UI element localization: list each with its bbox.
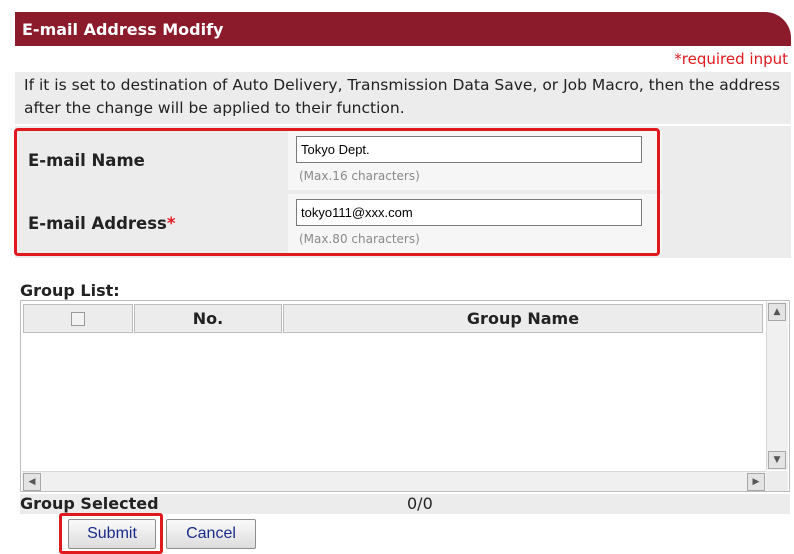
vertical-scrollbar[interactable]: ▲ ▼ <box>766 302 788 470</box>
email-name-cell: (Max.16 characters) <box>288 131 662 190</box>
cancel-button[interactable]: Cancel <box>166 519 256 549</box>
select-all-header <box>23 304 133 333</box>
scroll-down-icon[interactable]: ▼ <box>768 451 786 469</box>
email-address-label: E-mail Address* <box>28 214 176 233</box>
group-list-title: Group List: <box>20 281 120 300</box>
submit-button[interactable]: Submit <box>68 519 156 549</box>
group-selected-count: 0/0 <box>407 494 433 513</box>
email-name-input[interactable] <box>296 136 642 163</box>
scroll-left-icon[interactable]: ◀ <box>23 473 41 491</box>
email-address-input[interactable] <box>296 199 642 226</box>
scrollbar-corner <box>766 471 788 491</box>
info-message: If it is set to destination of Auto Deli… <box>15 72 791 124</box>
column-header-no[interactable]: No. <box>134 304 282 333</box>
email-address-row: E-mail Address* (Max.80 characters) <box>15 194 663 253</box>
select-all-checkbox[interactable] <box>71 311 85 326</box>
group-selected-label: Group Selected <box>20 494 159 513</box>
email-form: E-mail Name (Max.16 characters) E-mail A… <box>15 126 791 258</box>
required-star: * <box>166 214 176 233</box>
group-list-table: No. Group Name ▲ ▼ ◀ ▶ <box>20 300 790 492</box>
column-header-group-name[interactable]: Group Name <box>283 304 763 333</box>
page-header: E-mail Address Modify <box>15 12 791 46</box>
scroll-right-icon[interactable]: ▶ <box>747 473 765 491</box>
email-name-label: E-mail Name <box>28 151 145 170</box>
scroll-up-icon[interactable]: ▲ <box>768 303 786 321</box>
horizontal-scrollbar[interactable]: ◀ ▶ <box>22 471 766 491</box>
group-selected-row: Group Selected 0/0 <box>20 494 790 514</box>
page-title: E-mail Address Modify <box>22 19 224 39</box>
email-name-hint: (Max.16 characters) <box>299 169 420 183</box>
required-input-note: *required input <box>674 50 788 68</box>
email-name-row: E-mail Name (Max.16 characters) <box>15 131 663 190</box>
email-address-hint: (Max.80 characters) <box>299 232 420 246</box>
email-address-cell: (Max.80 characters) <box>288 194 662 253</box>
